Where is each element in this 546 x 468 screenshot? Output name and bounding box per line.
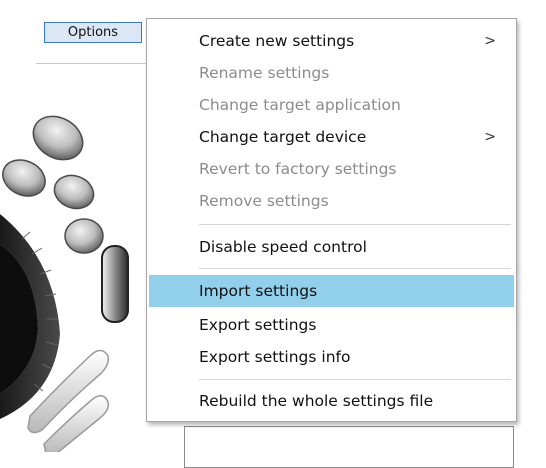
menu-item-revert-to-factory-settings[interactable]: Revert to factory settings xyxy=(149,153,514,185)
menu-item-remove-settings[interactable]: Remove settings xyxy=(149,185,514,217)
menu-item-label: Rebuild the whole settings file xyxy=(199,392,434,410)
menu-item-disable-speed-control[interactable]: Disable speed control xyxy=(149,231,514,263)
settings-panel xyxy=(184,426,514,468)
menu-item-export-settings-info[interactable]: Export settings info xyxy=(149,341,514,373)
menu-separator xyxy=(199,268,511,269)
menu-separator xyxy=(199,224,511,225)
menu-item-label: Revert to factory settings xyxy=(199,160,397,178)
device-illustration xyxy=(0,115,129,452)
menu-item-create-new-settings[interactable]: Create new settings > xyxy=(149,25,514,57)
menu-item-label: Change target device xyxy=(199,128,367,146)
menu-item-label: Change target application xyxy=(199,96,401,114)
menu-item-change-target-application[interactable]: Change target application xyxy=(149,89,514,121)
chevron-right-icon: > xyxy=(484,33,496,49)
menu-item-rebuild-settings-file[interactable]: Rebuild the whole settings file xyxy=(149,385,514,417)
chevron-right-icon: > xyxy=(484,129,496,145)
menu-item-import-settings[interactable]: Import settings xyxy=(149,275,514,307)
menu-item-label: Export settings xyxy=(199,316,317,334)
menu-item-change-target-device[interactable]: Change target device > xyxy=(149,121,514,153)
options-context-menu: Create new settings > Rename settings Ch… xyxy=(146,18,517,422)
menu-item-label: Remove settings xyxy=(199,192,329,210)
menu-separator xyxy=(199,379,511,380)
menu-item-export-settings[interactable]: Export settings xyxy=(149,309,514,341)
menu-item-label: Export settings info xyxy=(199,348,351,366)
menu-item-label: Create new settings xyxy=(199,32,355,50)
menu-item-label: Rename settings xyxy=(199,64,330,82)
menu-item-rename-settings[interactable]: Rename settings xyxy=(149,57,514,89)
options-button[interactable]: Options xyxy=(44,22,142,43)
menu-item-label: Disable speed control xyxy=(199,238,367,256)
menu-item-label: Import settings xyxy=(199,282,318,300)
